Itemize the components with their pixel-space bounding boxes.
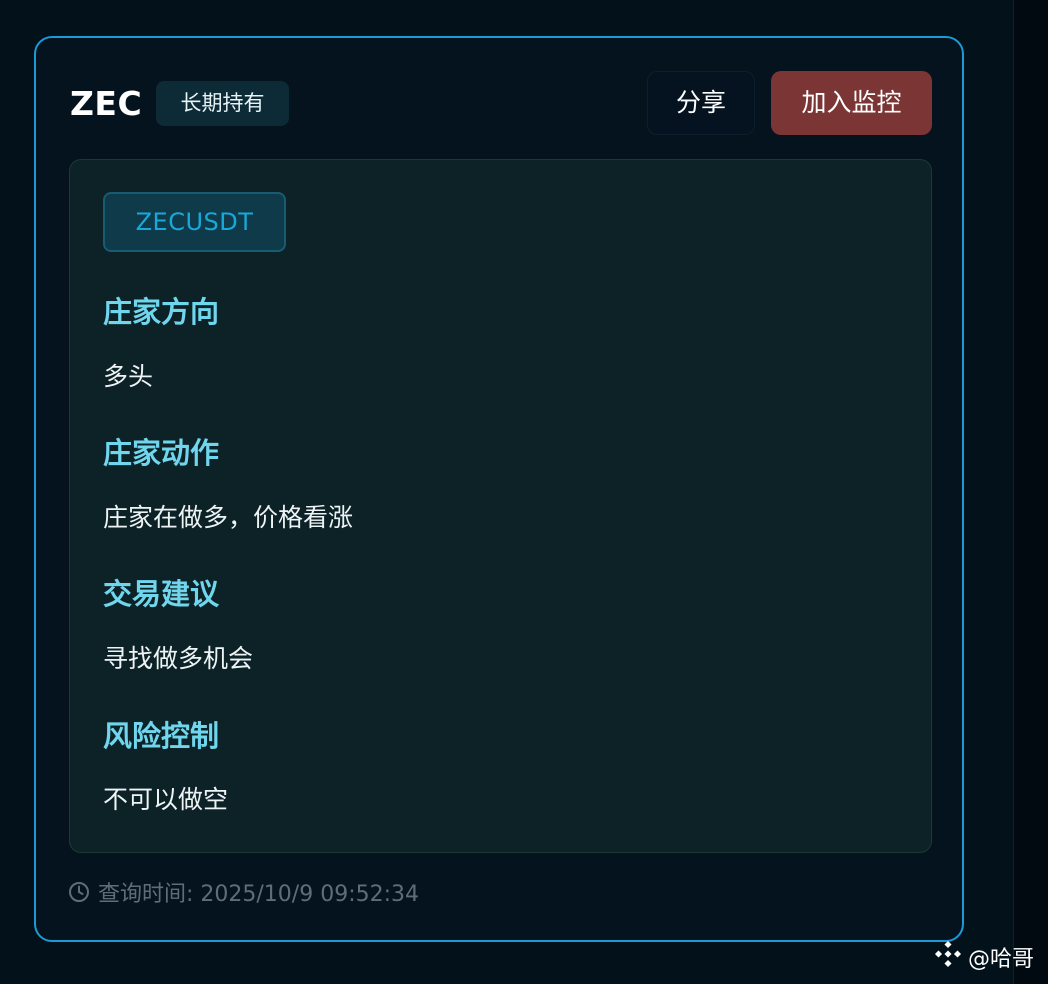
binance-logo-icon	[934, 940, 962, 974]
section-text-advice: 寻找做多机会	[103, 644, 254, 673]
analysis-card: ZEC 长期持有 分享 加入监控 ZECUSDT 庄家方向 多头 庄家动作 庄家…	[34, 36, 964, 942]
holding-badge: 长期持有	[156, 81, 289, 126]
add-monitor-button[interactable]: 加入监控	[771, 71, 932, 135]
query-time-text: 查询时间: 2025/10/9 09:52:34	[98, 882, 420, 907]
section-title-risk: 风险控制	[103, 719, 220, 753]
analysis-panel: ZECUSDT 庄家方向 多头 庄家动作 庄家在做多，价格看涨 交易建议 寻找做…	[69, 159, 932, 853]
share-button[interactable]: 分享	[647, 71, 755, 135]
section-text-direction: 多头	[103, 362, 154, 391]
section-title-advice: 交易建议	[103, 577, 220, 611]
page-right-edge	[1013, 0, 1048, 984]
section-title-action: 庄家动作	[103, 436, 220, 470]
section-title-direction: 庄家方向	[103, 295, 220, 329]
coin-symbol: ZEC	[70, 84, 143, 123]
query-time-footer: 查询时间: 2025/10/9 09:52:34	[68, 876, 419, 908]
watermark-text: @哈哥	[968, 947, 1035, 972]
section-text-risk: 不可以做空	[103, 785, 229, 814]
section-text-action: 庄家在做多，价格看涨	[103, 503, 354, 532]
watermark: @哈哥	[934, 940, 1034, 974]
trading-pair-tag: ZECUSDT	[103, 192, 286, 252]
clock-icon	[68, 881, 90, 903]
